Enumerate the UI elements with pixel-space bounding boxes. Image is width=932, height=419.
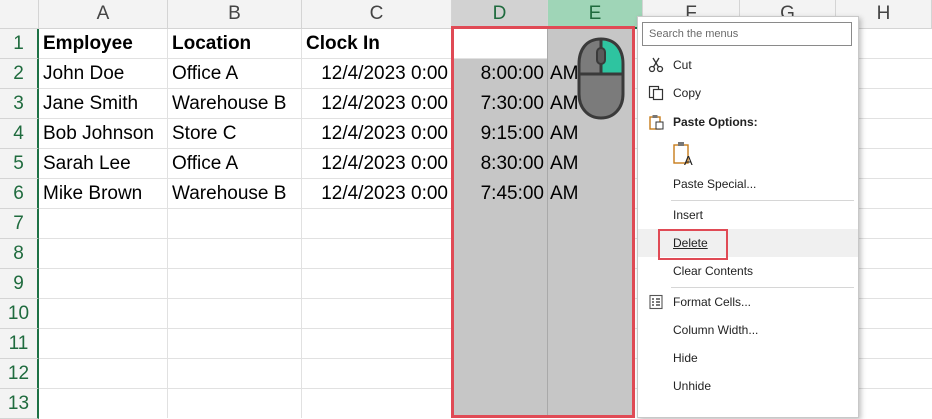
- row-header-8[interactable]: 8: [0, 239, 39, 269]
- column-header-d[interactable]: D: [452, 0, 548, 29]
- menu-search-input[interactable]: Search the menus: [642, 22, 852, 46]
- menu-item-unhide[interactable]: Unhide: [638, 372, 858, 400]
- cell-employee[interactable]: Sarah Lee: [43, 149, 167, 179]
- menu-label-hide: Hide: [673, 351, 698, 365]
- svg-text:A: A: [684, 153, 693, 167]
- row-header-5[interactable]: 5: [0, 149, 39, 179]
- cell-employee[interactable]: Mike Brown: [43, 179, 167, 209]
- menu-label-insert: Insert: [673, 208, 704, 222]
- cell-time[interactable]: 7:45:00: [452, 179, 544, 209]
- menu-label-unhide: Unhide: [673, 379, 712, 393]
- cell-location[interactable]: Store C: [172, 119, 301, 149]
- select-all-corner[interactable]: [0, 0, 39, 29]
- cell-clock-in[interactable]: 12/4/2023 0:00: [302, 59, 448, 89]
- menu-label-copy: Copy: [673, 86, 702, 100]
- cell-time[interactable]: 7:30:00: [452, 89, 544, 119]
- context-menu: Search the menus Cut Copy Paste Options:…: [637, 16, 859, 418]
- scissors-icon: [648, 57, 664, 73]
- row-header-4[interactable]: 4: [0, 119, 39, 149]
- mouse-right-click-icon: [576, 36, 626, 122]
- menu-item-paste-options: Paste Options:: [638, 108, 858, 136]
- cell-ampm[interactable]: AM: [550, 119, 590, 149]
- row-header-10[interactable]: 10: [0, 299, 39, 329]
- row-header-9[interactable]: 9: [0, 269, 39, 299]
- paste-values-icon[interactable]: A: [672, 141, 696, 168]
- cell-employee[interactable]: Jane Smith: [43, 89, 167, 119]
- menu-item-copy[interactable]: Copy: [638, 79, 858, 107]
- cell-c1[interactable]: Clock In: [306, 29, 451, 59]
- cell-clock-in[interactable]: 12/4/2023 0:00: [302, 119, 448, 149]
- cell-location[interactable]: Warehouse B: [172, 179, 301, 209]
- row-header-6[interactable]: 6: [0, 179, 39, 209]
- cell-employee[interactable]: Bob Johnson: [43, 119, 167, 149]
- cell-location[interactable]: Office A: [172, 149, 301, 179]
- menu-label-paste-special: Paste Special...: [673, 177, 757, 191]
- cell-b1[interactable]: Location: [172, 29, 301, 59]
- cell-ampm[interactable]: AM: [550, 179, 590, 209]
- cell-time[interactable]: 9:15:00: [452, 119, 544, 149]
- cell-a1[interactable]: Employee: [43, 29, 167, 59]
- menu-item-insert[interactable]: Insert: [638, 201, 858, 229]
- menu-label-cut: Cut: [673, 58, 692, 72]
- row-header-13[interactable]: 13: [0, 389, 39, 419]
- menu-item-cut[interactable]: Cut: [638, 51, 858, 79]
- menu-item-column-width[interactable]: Column Width...: [638, 316, 858, 344]
- column-header-e[interactable]: E: [548, 0, 643, 29]
- cell-location[interactable]: Warehouse B: [172, 89, 301, 119]
- row-header-12[interactable]: 12: [0, 359, 39, 389]
- menu-item-paste-special[interactable]: Paste Special...: [638, 170, 858, 198]
- cell-location[interactable]: Office A: [172, 59, 301, 89]
- cell-time[interactable]: 8:00:00: [452, 59, 544, 89]
- cell-time[interactable]: 8:30:00: [452, 149, 544, 179]
- menu-item-hide[interactable]: Hide: [638, 344, 858, 372]
- cell-clock-in[interactable]: 12/4/2023 0:00: [302, 179, 448, 209]
- row-header-3[interactable]: 3: [0, 89, 39, 119]
- column-header-b[interactable]: B: [168, 0, 302, 29]
- menu-label-format-cells: Format Cells...: [673, 295, 752, 309]
- column-header-c[interactable]: C: [302, 0, 452, 29]
- column-header-a[interactable]: A: [39, 0, 168, 29]
- cell-clock-in[interactable]: 12/4/2023 0:00: [302, 149, 448, 179]
- copy-icon: [648, 85, 664, 101]
- menu-label-column-width: Column Width...: [673, 323, 759, 337]
- row-header-2[interactable]: 2: [0, 59, 39, 89]
- cell-clock-in[interactable]: 12/4/2023 0:00: [302, 89, 448, 119]
- row-header-7[interactable]: 7: [0, 209, 39, 239]
- clipboard-icon: [648, 114, 664, 130]
- cell-ampm[interactable]: AM: [550, 149, 590, 179]
- selection-divider: [547, 29, 548, 418]
- format-cells-icon: [648, 294, 664, 310]
- delete-highlight-box: [658, 229, 728, 260]
- row-header-1[interactable]: 1: [0, 29, 39, 59]
- menu-label-paste-options: Paste Options:: [673, 115, 758, 129]
- cell-employee[interactable]: John Doe: [43, 59, 167, 89]
- row-header-11[interactable]: 11: [0, 329, 39, 359]
- menu-item-format-cells[interactable]: Format Cells...: [638, 288, 858, 316]
- menu-label-clear-contents: Clear Contents: [673, 264, 754, 278]
- menu-item-clear-contents[interactable]: Clear Contents: [638, 257, 858, 285]
